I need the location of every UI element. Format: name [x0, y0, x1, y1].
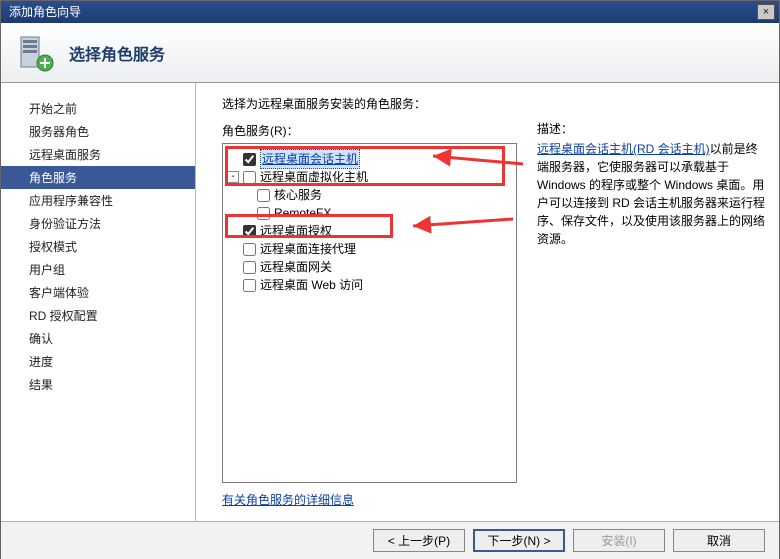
tree-item-core-services[interactable]: 核心服务 — [227, 186, 512, 204]
tree-item-rd-session-host[interactable]: 远程桌面会话主机 — [227, 150, 512, 168]
sidebar-step-user-groups[interactable]: 用户组 — [1, 258, 195, 281]
checkbox-rd-connection-broker[interactable] — [243, 243, 256, 256]
collapse-icon[interactable]: - — [227, 171, 239, 183]
description-link[interactable]: 远程桌面会话主机(RD 会话主机) — [537, 142, 710, 156]
sidebar-step-rd-license-config[interactable]: RD 授权配置 — [1, 304, 195, 327]
sidebar-step-progress[interactable]: 进度 — [1, 350, 195, 373]
install-button: 安装(I) — [573, 529, 665, 552]
tree-item-rd-gateway[interactable]: 远程桌面网关 — [227, 258, 512, 276]
sidebar-step-license-mode[interactable]: 授权模式 — [1, 235, 195, 258]
description-label: 描述： — [537, 120, 765, 138]
sidebar-step-client-exp[interactable]: 客户端体验 — [1, 281, 195, 304]
checkbox-rd-licensing[interactable] — [243, 225, 256, 238]
checkbox-rd-gateway[interactable] — [243, 261, 256, 274]
close-button[interactable]: × — [757, 4, 775, 20]
server-role-icon — [15, 33, 55, 73]
description-panel: 描述： 远程桌面会话主机(RD 会话主机)以前是终端服务器，它使服务器可以承载基… — [537, 120, 765, 517]
sidebar-step-confirm[interactable]: 确认 — [1, 327, 195, 350]
tree-item-rd-connection-broker[interactable]: 远程桌面连接代理 — [227, 240, 512, 258]
sidebar-step-server-roles[interactable]: 服务器角色 — [1, 120, 195, 143]
checkbox-rd-web-access[interactable] — [243, 279, 256, 292]
sidebar-step-rds[interactable]: 远程桌面服务 — [1, 143, 195, 166]
tree-item-rd-web-access[interactable]: 远程桌面 Web 访问 — [227, 276, 512, 294]
wizard-header: 选择角色服务 — [1, 23, 779, 83]
window-title: 添加角色向导 — [9, 1, 81, 23]
wizard-footer: < 上一步(P) 下一步(N) > 安装(I) 取消 — [1, 521, 779, 559]
sidebar-step-before-begin[interactable]: 开始之前 — [1, 97, 195, 120]
sidebar-step-role-services[interactable]: 角色服务 — [1, 166, 195, 189]
role-services-label: 角色服务(R)： — [222, 122, 517, 139]
role-services-tree: 远程桌面会话主机 - 远程桌面虚拟化主机 核心服务 RemoteFX — [222, 143, 517, 483]
page-heading: 选择角色服务 — [69, 41, 165, 65]
checkbox-core-services[interactable] — [257, 189, 270, 202]
learn-more-link[interactable]: 有关角色服务的详细信息 — [222, 493, 354, 507]
tree-item-rd-virtualization-host[interactable]: - 远程桌面虚拟化主机 — [227, 168, 512, 186]
sidebar-step-results[interactable]: 结果 — [1, 373, 195, 396]
checkbox-rd-virtualization-host[interactable] — [243, 171, 256, 184]
tree-item-remotefx[interactable]: RemoteFX — [227, 204, 512, 222]
prev-button[interactable]: < 上一步(P) — [373, 529, 465, 552]
next-button[interactable]: 下一步(N) > — [473, 529, 565, 552]
sidebar-step-app-compat[interactable]: 应用程序兼容性 — [1, 189, 195, 212]
checkbox-rd-session-host[interactable] — [243, 153, 256, 166]
sidebar-step-auth-method[interactable]: 身份验证方法 — [1, 212, 195, 235]
main-content: 选择为远程桌面服务安装的角色服务： 角色服务(R)： 远程桌面会话主机 - 远程… — [196, 83, 779, 521]
wizard-steps-sidebar: 开始之前 服务器角色 远程桌面服务 角色服务 应用程序兼容性 身份验证方法 授权… — [1, 83, 196, 521]
title-bar: 添加角色向导 × — [1, 1, 779, 23]
checkbox-remotefx[interactable] — [257, 207, 270, 220]
cancel-button[interactable]: 取消 — [673, 529, 765, 552]
description-text: 远程桌面会话主机(RD 会话主机)以前是终端服务器，它使服务器可以承载基于 Wi… — [537, 140, 765, 248]
instruction-text: 选择为远程桌面服务安装的角色服务： — [222, 95, 765, 112]
tree-item-rd-licensing[interactable]: 远程桌面授权 — [227, 222, 512, 240]
